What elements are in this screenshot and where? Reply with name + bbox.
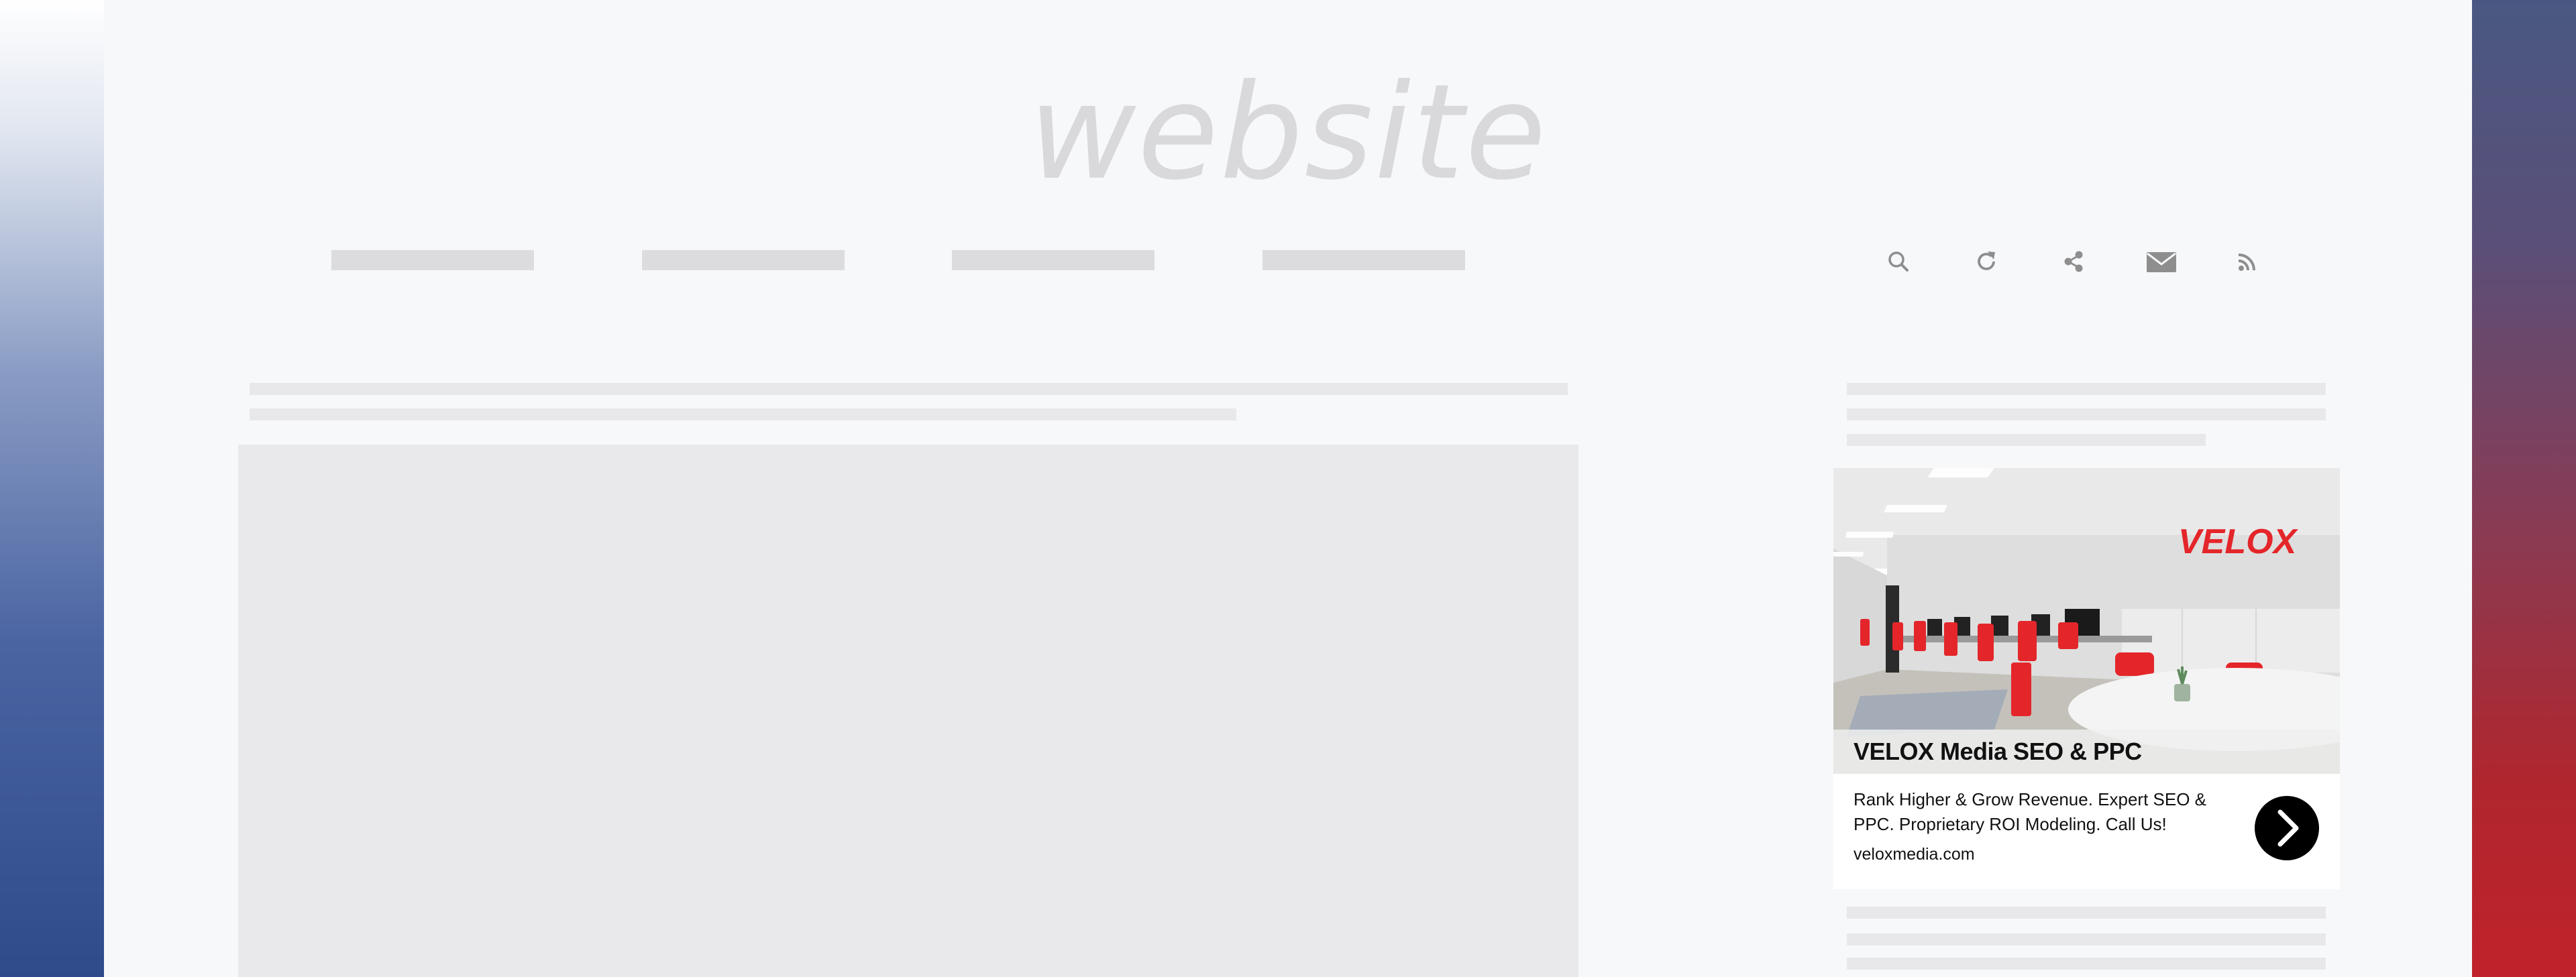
article-title-placeholder-line-1 bbox=[250, 383, 1568, 395]
rss-icon[interactable] bbox=[2234, 248, 2261, 275]
sidebar-placeholder-line-4 bbox=[1847, 907, 2326, 919]
nav-item-placeholder-4[interactable] bbox=[1263, 250, 1465, 270]
nav-item-placeholder-2[interactable] bbox=[642, 250, 845, 270]
ad-description: Rank Higher & Grow Revenue. Expert SEO &… bbox=[1854, 789, 2207, 834]
share-icon[interactable] bbox=[2060, 248, 2087, 275]
article-title-placeholder-line-2 bbox=[250, 408, 1236, 420]
ad-office-photo: VELOX bbox=[1833, 468, 2340, 774]
site-logo: website bbox=[1028, 56, 1548, 209]
right-background-gradient bbox=[2472, 0, 2576, 977]
search-icon[interactable] bbox=[1885, 248, 1912, 275]
ad-title[interactable]: VELOX Media SEO & PPC bbox=[1854, 738, 2142, 766]
sidebar-placeholder-line-6 bbox=[1847, 958, 2326, 970]
ad-image-logo: VELOX bbox=[2178, 522, 2299, 561]
sidebar-placeholder-line-2 bbox=[1847, 408, 2326, 420]
chevron-right-icon bbox=[2277, 809, 2299, 847]
refresh-icon[interactable] bbox=[1973, 248, 2000, 275]
sidebar-placeholder-line-3 bbox=[1847, 434, 2206, 446]
website-placeholder-page: website VELOX VELOX Media SEO & PPC Rank… bbox=[104, 0, 2472, 977]
ad-cta-button[interactable] bbox=[2255, 796, 2319, 860]
ad-domain[interactable]: veloxmedia.com bbox=[1854, 845, 1975, 864]
nav-item-placeholder-3[interactable] bbox=[952, 250, 1155, 270]
article-media-placeholder bbox=[238, 445, 1578, 977]
mail-icon[interactable] bbox=[2145, 248, 2178, 275]
sponsored-ad-card[interactable]: VELOX VELOX Media SEO & PPC Rank Higher … bbox=[1833, 468, 2340, 889]
nav-item-placeholder-1[interactable] bbox=[331, 250, 534, 270]
left-background-gradient bbox=[0, 0, 104, 977]
sidebar-placeholder-line-1 bbox=[1847, 383, 2326, 395]
sidebar-placeholder-line-5 bbox=[1847, 933, 2326, 945]
